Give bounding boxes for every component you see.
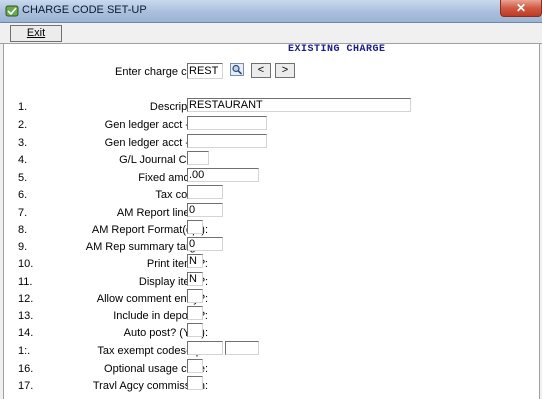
print-items-input[interactable]: N <box>187 254 203 268</box>
fixed-amount-input[interactable]: .00 <box>187 168 259 182</box>
auto-post-input[interactable] <box>187 323 203 337</box>
window-title: CHARGE CODE SET-UP <box>22 4 147 16</box>
search-icon[interactable] <box>230 63 244 76</box>
optional-usage-input[interactable] <box>187 359 203 373</box>
tax-codes-input[interactable] <box>187 185 223 199</box>
mode-heading: EXISTING CHARGE <box>288 44 386 55</box>
exit-button[interactable]: Exit <box>10 25 62 42</box>
gl-journal-code-label: G/L Journal Code: <box>119 154 208 166</box>
description-label: Description: <box>149 101 208 113</box>
print-items-label: Print items?: <box>146 258 208 270</box>
prev-record-button[interactable]: < <box>251 63 271 78</box>
auto-post-label: Auto post? (Y/N): <box>123 327 208 339</box>
display-item-label: Display item?: <box>138 276 208 288</box>
exit-button-label: Exit <box>26 27 46 39</box>
am-report-line-input[interactable]: 0 <box>187 203 223 217</box>
include-deposit-input[interactable] <box>187 306 203 320</box>
charge-code-input[interactable]: REST <box>187 63 223 79</box>
travel-agency-label: Travl Agcy commission: <box>92 380 208 392</box>
travel-agency-input[interactable] <box>187 376 203 390</box>
app-icon <box>5 5 19 17</box>
gl-acct-cr-label: Gen ledger acct -CR: <box>104 137 208 149</box>
am-report-format-input[interactable] <box>187 220 203 234</box>
charge-code-label: Enter charge code: <box>115 66 208 78</box>
am-report-line-label: AM Report line no: <box>116 207 208 219</box>
am-rep-summary-label: AM Rep summary target: <box>85 241 208 253</box>
display-item-input[interactable]: N <box>187 272 203 286</box>
next-record-button[interactable]: > <box>275 63 295 78</box>
close-button[interactable]: ✕ <box>500 0 542 17</box>
gl-journal-code-input[interactable] <box>187 151 209 165</box>
tax-exempt-label: Tax exempt codes-opt: <box>97 345 208 357</box>
gl-acct-dr-label: Gen ledger acct -DR: <box>104 119 208 131</box>
tax-codes-label: Tax codes: <box>155 189 208 201</box>
gl-acct-cr-input[interactable] <box>187 134 267 148</box>
fixed-amount-label: Fixed amount: <box>138 172 208 184</box>
optional-usage-label: Optional usage code: <box>104 363 208 375</box>
am-report-format-label: AM Report Format(opt): <box>91 224 208 236</box>
description-input[interactable]: RESTAURANT <box>187 98 411 112</box>
tax-exempt-input-2[interactable] <box>225 341 259 355</box>
tax-exempt-input-1[interactable] <box>187 341 223 355</box>
allow-comment-label: Allow comment entry?: <box>96 293 208 305</box>
gl-acct-dr-input[interactable] <box>187 116 267 130</box>
allow-comment-input[interactable] <box>187 289 203 303</box>
am-rep-summary-input[interactable]: 0 <box>187 237 223 251</box>
include-deposit-label: Include in deposit?: <box>113 310 208 322</box>
